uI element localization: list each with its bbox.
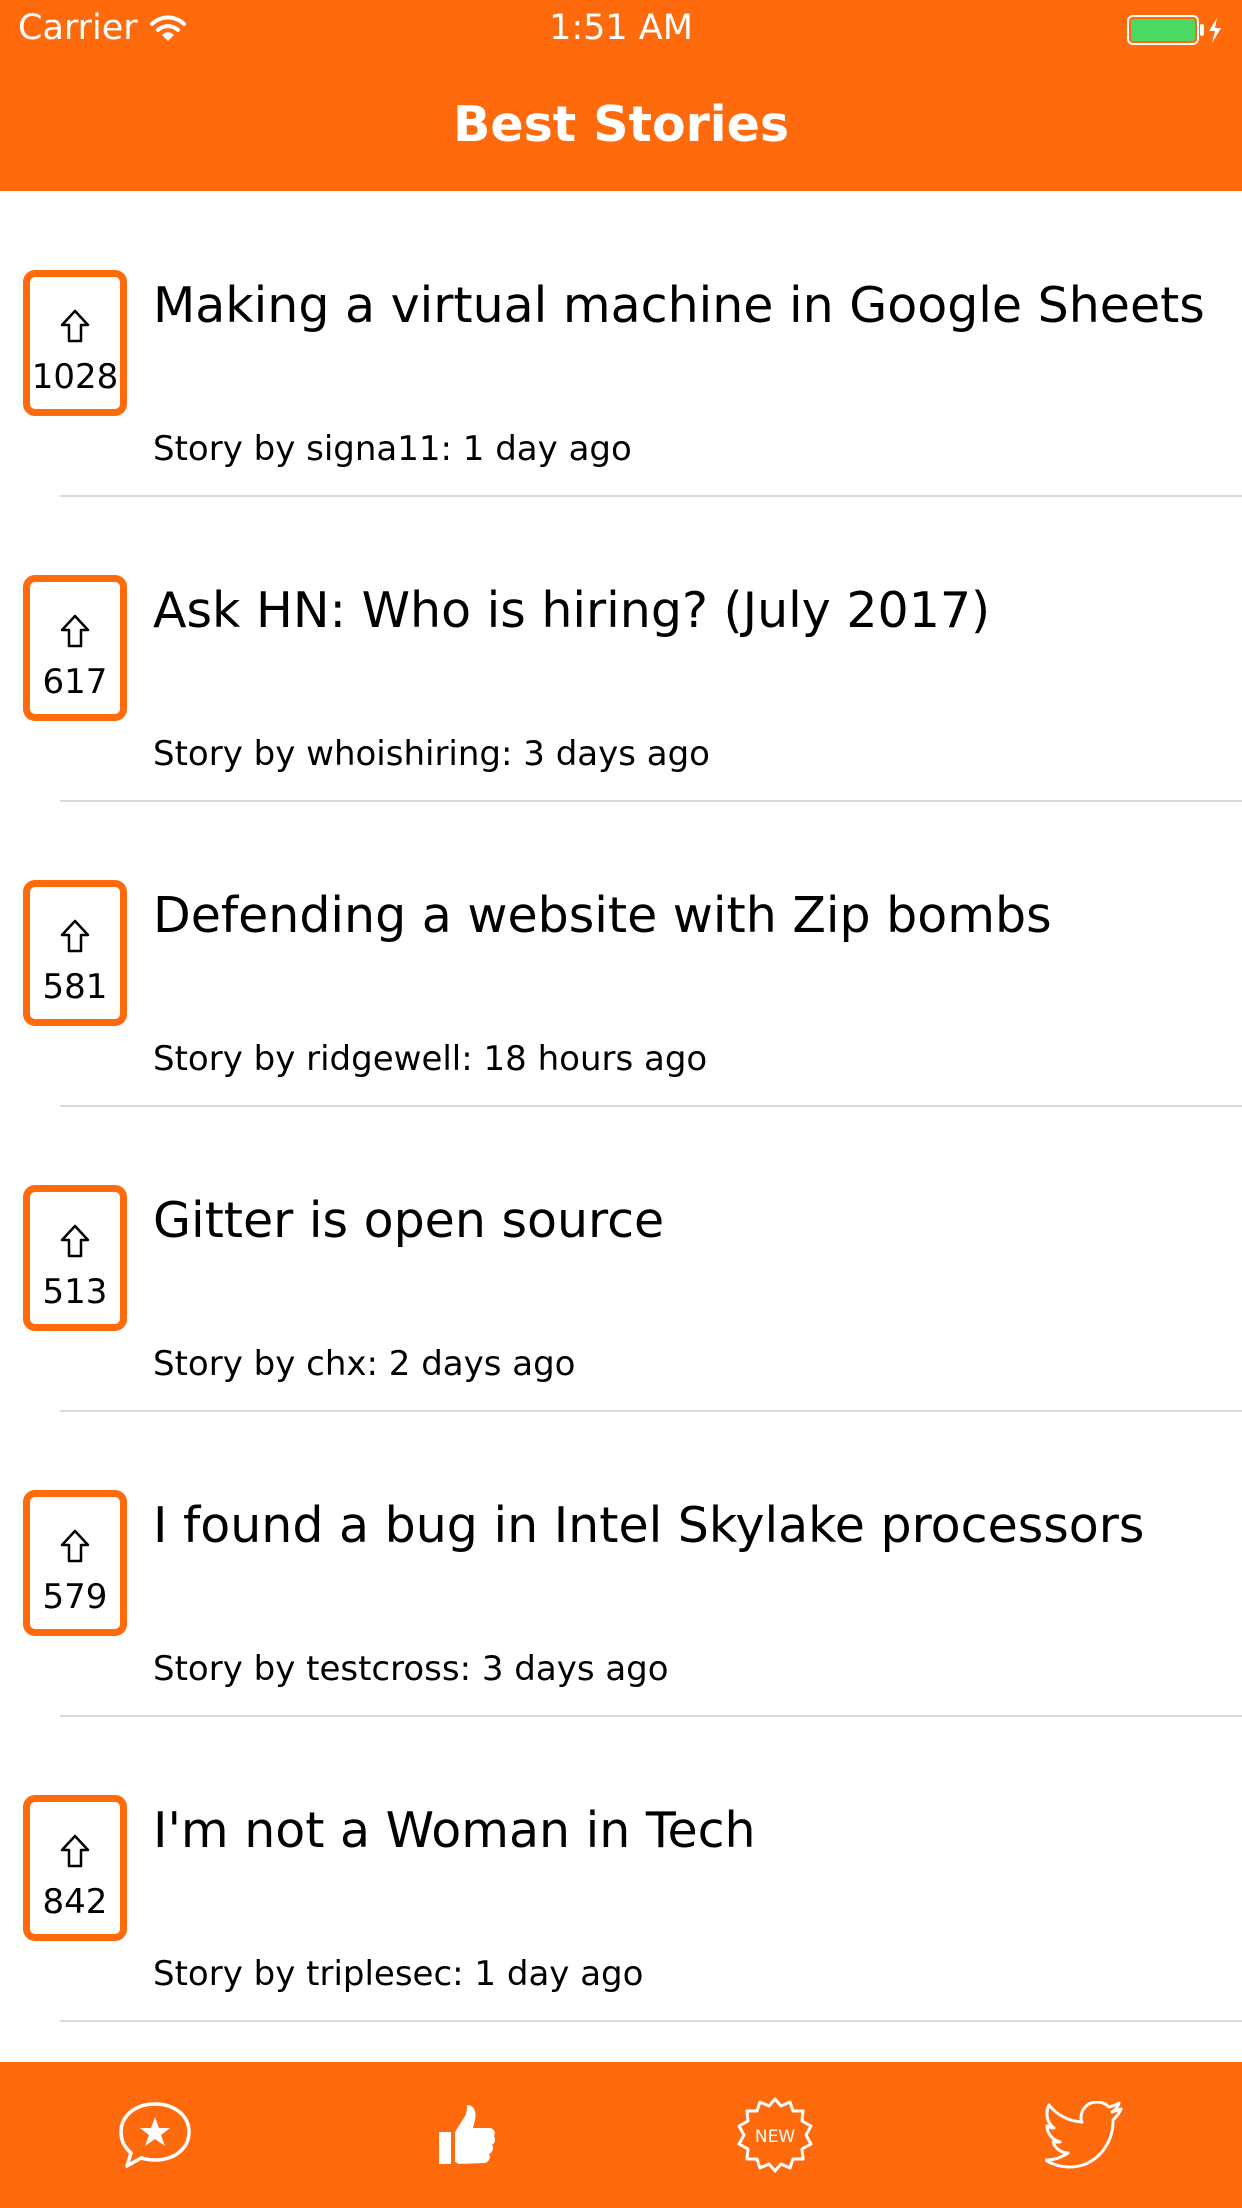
upvote-arrow-icon (30, 1834, 120, 1868)
tab-best-stories[interactable] (310, 2062, 620, 2208)
story-meta: Story by chx: 2 days ago (153, 1344, 576, 1384)
story-row[interactable]: 579 I found a bug in Intel Skylake proce… (0, 1411, 1242, 1717)
nav-bar: Carrier 1:51 AM Best Stories (0, 0, 1242, 191)
story-list: 1028 Making a virtual machine in Google … (0, 191, 1242, 2022)
upvote-button[interactable]: 581 (23, 880, 127, 1026)
row-divider (60, 2020, 1242, 2022)
story-row[interactable]: 1028 Making a virtual machine in Google … (0, 191, 1242, 497)
tab-bar: NEW (0, 2062, 1242, 2208)
upvote-button[interactable]: 1028 (23, 270, 127, 416)
upvote-arrow-icon (30, 1529, 120, 1563)
tab-top-stories[interactable] (0, 2062, 310, 2208)
new-badge-text: NEW (755, 2127, 795, 2147)
upvote-button[interactable]: 579 (23, 1490, 127, 1636)
new-badge-icon: NEW (737, 2097, 813, 2173)
story-meta: Story by testcross: 3 days ago (153, 1649, 669, 1689)
story-title[interactable]: Defending a website with Zip bombs (153, 887, 1052, 944)
score-label: 1028 (31, 357, 119, 397)
upvote-arrow-icon (30, 1224, 120, 1258)
score-label: 579 (42, 1577, 108, 1617)
story-meta: Story by ridgewell: 18 hours ago (153, 1039, 708, 1079)
story-title[interactable]: Making a virtual machine in Google Sheet… (153, 277, 1205, 334)
story-meta: Story by signa11: 1 day ago (153, 429, 632, 469)
story-title[interactable]: I found a bug in Intel Skylake processor… (153, 1497, 1144, 1554)
story-row[interactable]: 513 Gitter is open source Story by chx: … (0, 1106, 1242, 1412)
battery-icon (1127, 15, 1223, 49)
score-label: 617 (42, 662, 108, 702)
upvote-button[interactable]: 617 (23, 575, 127, 721)
story-row[interactable]: 842 I'm not a Woman in Tech Story by tri… (0, 1716, 1242, 2022)
story-title[interactable]: I'm not a Woman in Tech (153, 1802, 756, 1859)
story-row[interactable]: 617 Ask HN: Who is hiring? (July 2017) S… (0, 496, 1242, 802)
tab-new-stories[interactable]: NEW (620, 2062, 930, 2208)
star-chat-icon (119, 2102, 191, 2168)
score-label: 513 (42, 1272, 108, 1312)
story-meta: Story by whoishiring: 3 days ago (153, 734, 710, 774)
twitter-bird-icon (1045, 2101, 1123, 2169)
status-time: 1:51 AM (549, 8, 693, 48)
story-title[interactable]: Gitter is open source (153, 1192, 664, 1249)
upvote-arrow-icon (30, 309, 120, 343)
story-row[interactable]: 581 Defending a website with Zip bombs S… (0, 801, 1242, 1107)
upvote-arrow-icon (30, 919, 120, 953)
story-meta: Story by triplesec: 1 day ago (153, 1954, 644, 1994)
upvote-button[interactable]: 513 (23, 1185, 127, 1331)
thumbs-up-icon (439, 2105, 496, 2164)
status-bar: Carrier 1:51 AM (0, 0, 1242, 60)
upvote-arrow-icon (30, 614, 120, 648)
page-title: Best Stories (453, 96, 789, 153)
score-label: 842 (42, 1882, 108, 1922)
tab-twitter[interactable] (930, 2062, 1240, 2208)
score-label: 581 (42, 967, 108, 1007)
upvote-button[interactable]: 842 (23, 1795, 127, 1941)
story-title[interactable]: Ask HN: Who is hiring? (July 2017) (153, 582, 990, 639)
